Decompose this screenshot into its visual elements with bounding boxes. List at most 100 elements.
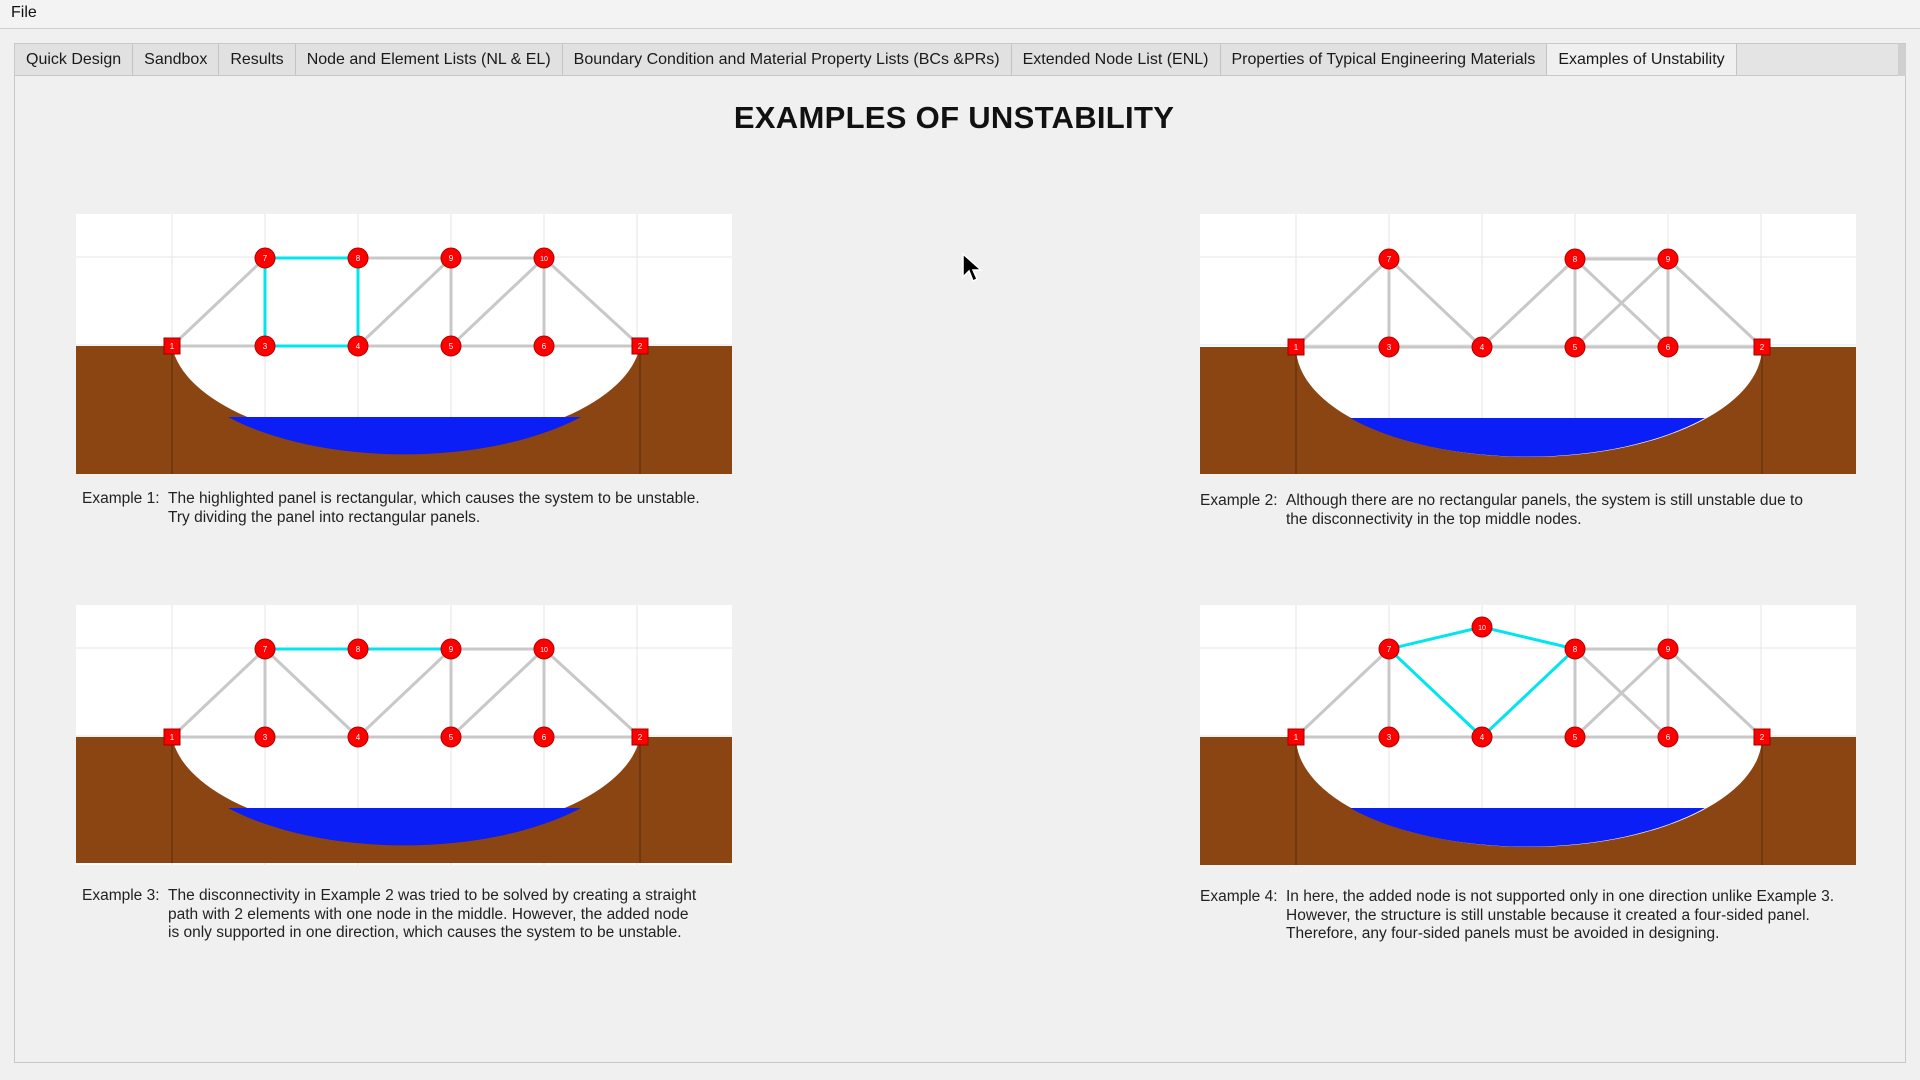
node-label: 1 — [170, 342, 175, 351]
node-label: 1 — [1294, 343, 1299, 352]
node-label: 7 — [1387, 645, 1392, 654]
node-label: 2 — [638, 733, 643, 742]
caption-text: Although there are no rectangular panels… — [1286, 492, 1803, 529]
node-label: 3 — [263, 733, 268, 742]
node-label: 4 — [1480, 733, 1485, 742]
node-label: 1 — [1294, 733, 1299, 742]
support-1[interactable]: 1 — [163, 728, 181, 746]
node-5[interactable]: 5 — [1564, 336, 1586, 358]
example-2: 1 2 3 4 5 6 7 8 9 Example 2: Although th… — [1200, 214, 1860, 528]
node-label: 7 — [1387, 255, 1392, 264]
node-label: 1 — [170, 733, 175, 742]
caption-label: Example 3: — [82, 887, 160, 904]
node-9[interactable]: 9 — [1657, 248, 1679, 270]
caption-line: path with 2 elements with one node in th… — [168, 905, 689, 923]
node-label: 5 — [449, 733, 454, 742]
node-6[interactable]: 6 — [1657, 336, 1679, 358]
node-10[interactable]: 10 — [533, 638, 555, 660]
node-10[interactable]: 10 — [1471, 616, 1493, 638]
node-label: 6 — [1666, 343, 1671, 352]
node-label: 2 — [1760, 733, 1765, 742]
node-6[interactable]: 6 — [533, 335, 555, 357]
node-4[interactable]: 4 — [347, 726, 369, 748]
example-1: 1 2 3 4 5 6 7 8 9 10 Example 1: The high… — [76, 214, 736, 526]
caption-label: Example 4: — [1200, 888, 1278, 905]
node-7[interactable]: 7 — [254, 638, 276, 660]
menu-bar: File — [0, 0, 1920, 29]
tab-results[interactable]: Results — [219, 44, 296, 75]
node-label: 10 — [540, 256, 548, 263]
caption-line: is only supported in one direction, whic… — [168, 924, 682, 941]
node-8[interactable]: 8 — [347, 638, 369, 660]
node-7[interactable]: 7 — [1378, 638, 1400, 660]
support-2[interactable]: 2 — [631, 337, 649, 355]
caption-text: The highlighted panel is rectangular, wh… — [168, 490, 700, 527]
example-4-diagram: 1 2 3 4 5 6 7 8 9 10 — [1200, 605, 1856, 865]
node-4[interactable]: 4 — [1471, 336, 1493, 358]
caption-text: In here, the added node is not supported… — [1286, 888, 1834, 944]
node-8[interactable]: 8 — [1564, 638, 1586, 660]
support-1[interactable]: 1 — [1287, 338, 1305, 356]
node-label: 5 — [449, 342, 454, 351]
support-1[interactable]: 1 — [163, 337, 181, 355]
caption-label: Example 2: — [1200, 492, 1278, 509]
node-label: 5 — [1573, 733, 1578, 742]
tab-node-element-lists[interactable]: Node and Element Lists (NL & EL) — [295, 44, 563, 75]
mouse-cursor-icon — [962, 253, 983, 283]
node-5[interactable]: 5 — [440, 335, 462, 357]
node-8[interactable]: 8 — [1564, 248, 1586, 270]
node-3[interactable]: 3 — [1378, 726, 1400, 748]
example-2-diagram: 1 2 3 4 5 6 7 8 9 — [1200, 214, 1856, 474]
node-label: 9 — [1666, 255, 1671, 264]
tab-extended-node-list[interactable]: Extended Node List (ENL) — [1011, 44, 1221, 75]
example-4: 1 2 3 4 5 6 7 8 9 10 Example 4: In here,… — [1200, 605, 1860, 942]
node-label: 4 — [1480, 343, 1485, 352]
node-9[interactable]: 9 — [440, 638, 462, 660]
tab-sandbox[interactable]: Sandbox — [133, 44, 220, 75]
node-3[interactable]: 3 — [254, 726, 276, 748]
example-1-diagram: 1 2 3 4 5 6 7 8 9 10 — [76, 214, 732, 474]
node-label: 3 — [263, 342, 268, 351]
node-label: 8 — [1573, 255, 1578, 264]
tab-examples-of-unstability[interactable]: Examples of Unstability — [1547, 44, 1737, 75]
node-5[interactable]: 5 — [440, 726, 462, 748]
page-title: EXAMPLES OF UNSTABILITY — [733, 100, 1175, 135]
caption-line: Therefore, any four-sided panels must be… — [1286, 925, 1720, 942]
tab-quick-design[interactable]: Quick Design — [15, 44, 134, 75]
node-5[interactable]: 5 — [1564, 726, 1586, 748]
tab-scroll-handle[interactable] — [1898, 44, 1906, 76]
node-3[interactable]: 3 — [1378, 336, 1400, 358]
caption-line: However, the structure is still unstable… — [1286, 906, 1810, 924]
node-6[interactable]: 6 — [1657, 726, 1679, 748]
node-label: 10 — [540, 647, 548, 654]
node-label: 9 — [449, 254, 454, 263]
menu-file[interactable]: File — [9, 4, 39, 22]
node-8[interactable]: 8 — [347, 247, 369, 269]
node-4[interactable]: 4 — [1471, 726, 1493, 748]
node-label: 6 — [542, 342, 547, 351]
node-label: 2 — [1760, 343, 1765, 352]
node-label: 6 — [1666, 733, 1671, 742]
node-7[interactable]: 7 — [1378, 248, 1400, 270]
support-2[interactable]: 2 — [631, 728, 649, 746]
support-2[interactable]: 2 — [1753, 338, 1771, 356]
node-6[interactable]: 6 — [533, 726, 555, 748]
node-7[interactable]: 7 — [254, 247, 276, 269]
node-4[interactable]: 4 — [347, 335, 369, 357]
tab-boundary-conditions[interactable]: Boundary Condition and Material Property… — [562, 44, 1012, 75]
node-10[interactable]: 10 — [533, 247, 555, 269]
node-label: 4 — [356, 342, 361, 351]
tab-material-properties[interactable]: Properties of Typical Engineering Materi… — [1220, 44, 1548, 75]
node-label: 2 — [638, 342, 643, 351]
node-9[interactable]: 9 — [440, 247, 462, 269]
caption-line: the disconnectivity in the top middle no… — [1286, 510, 1582, 528]
caption-line: Although there are no rectangular panels… — [1286, 492, 1803, 509]
node-label: 7 — [263, 254, 268, 263]
example-3-caption: Example 3: The disconnectivity in Exampl… — [82, 887, 742, 943]
node-9[interactable]: 9 — [1657, 638, 1679, 660]
node-label: 7 — [263, 645, 268, 654]
support-1[interactable]: 1 — [1287, 728, 1305, 746]
node-3[interactable]: 3 — [254, 335, 276, 357]
support-2[interactable]: 2 — [1753, 728, 1771, 746]
node-label: 9 — [449, 645, 454, 654]
